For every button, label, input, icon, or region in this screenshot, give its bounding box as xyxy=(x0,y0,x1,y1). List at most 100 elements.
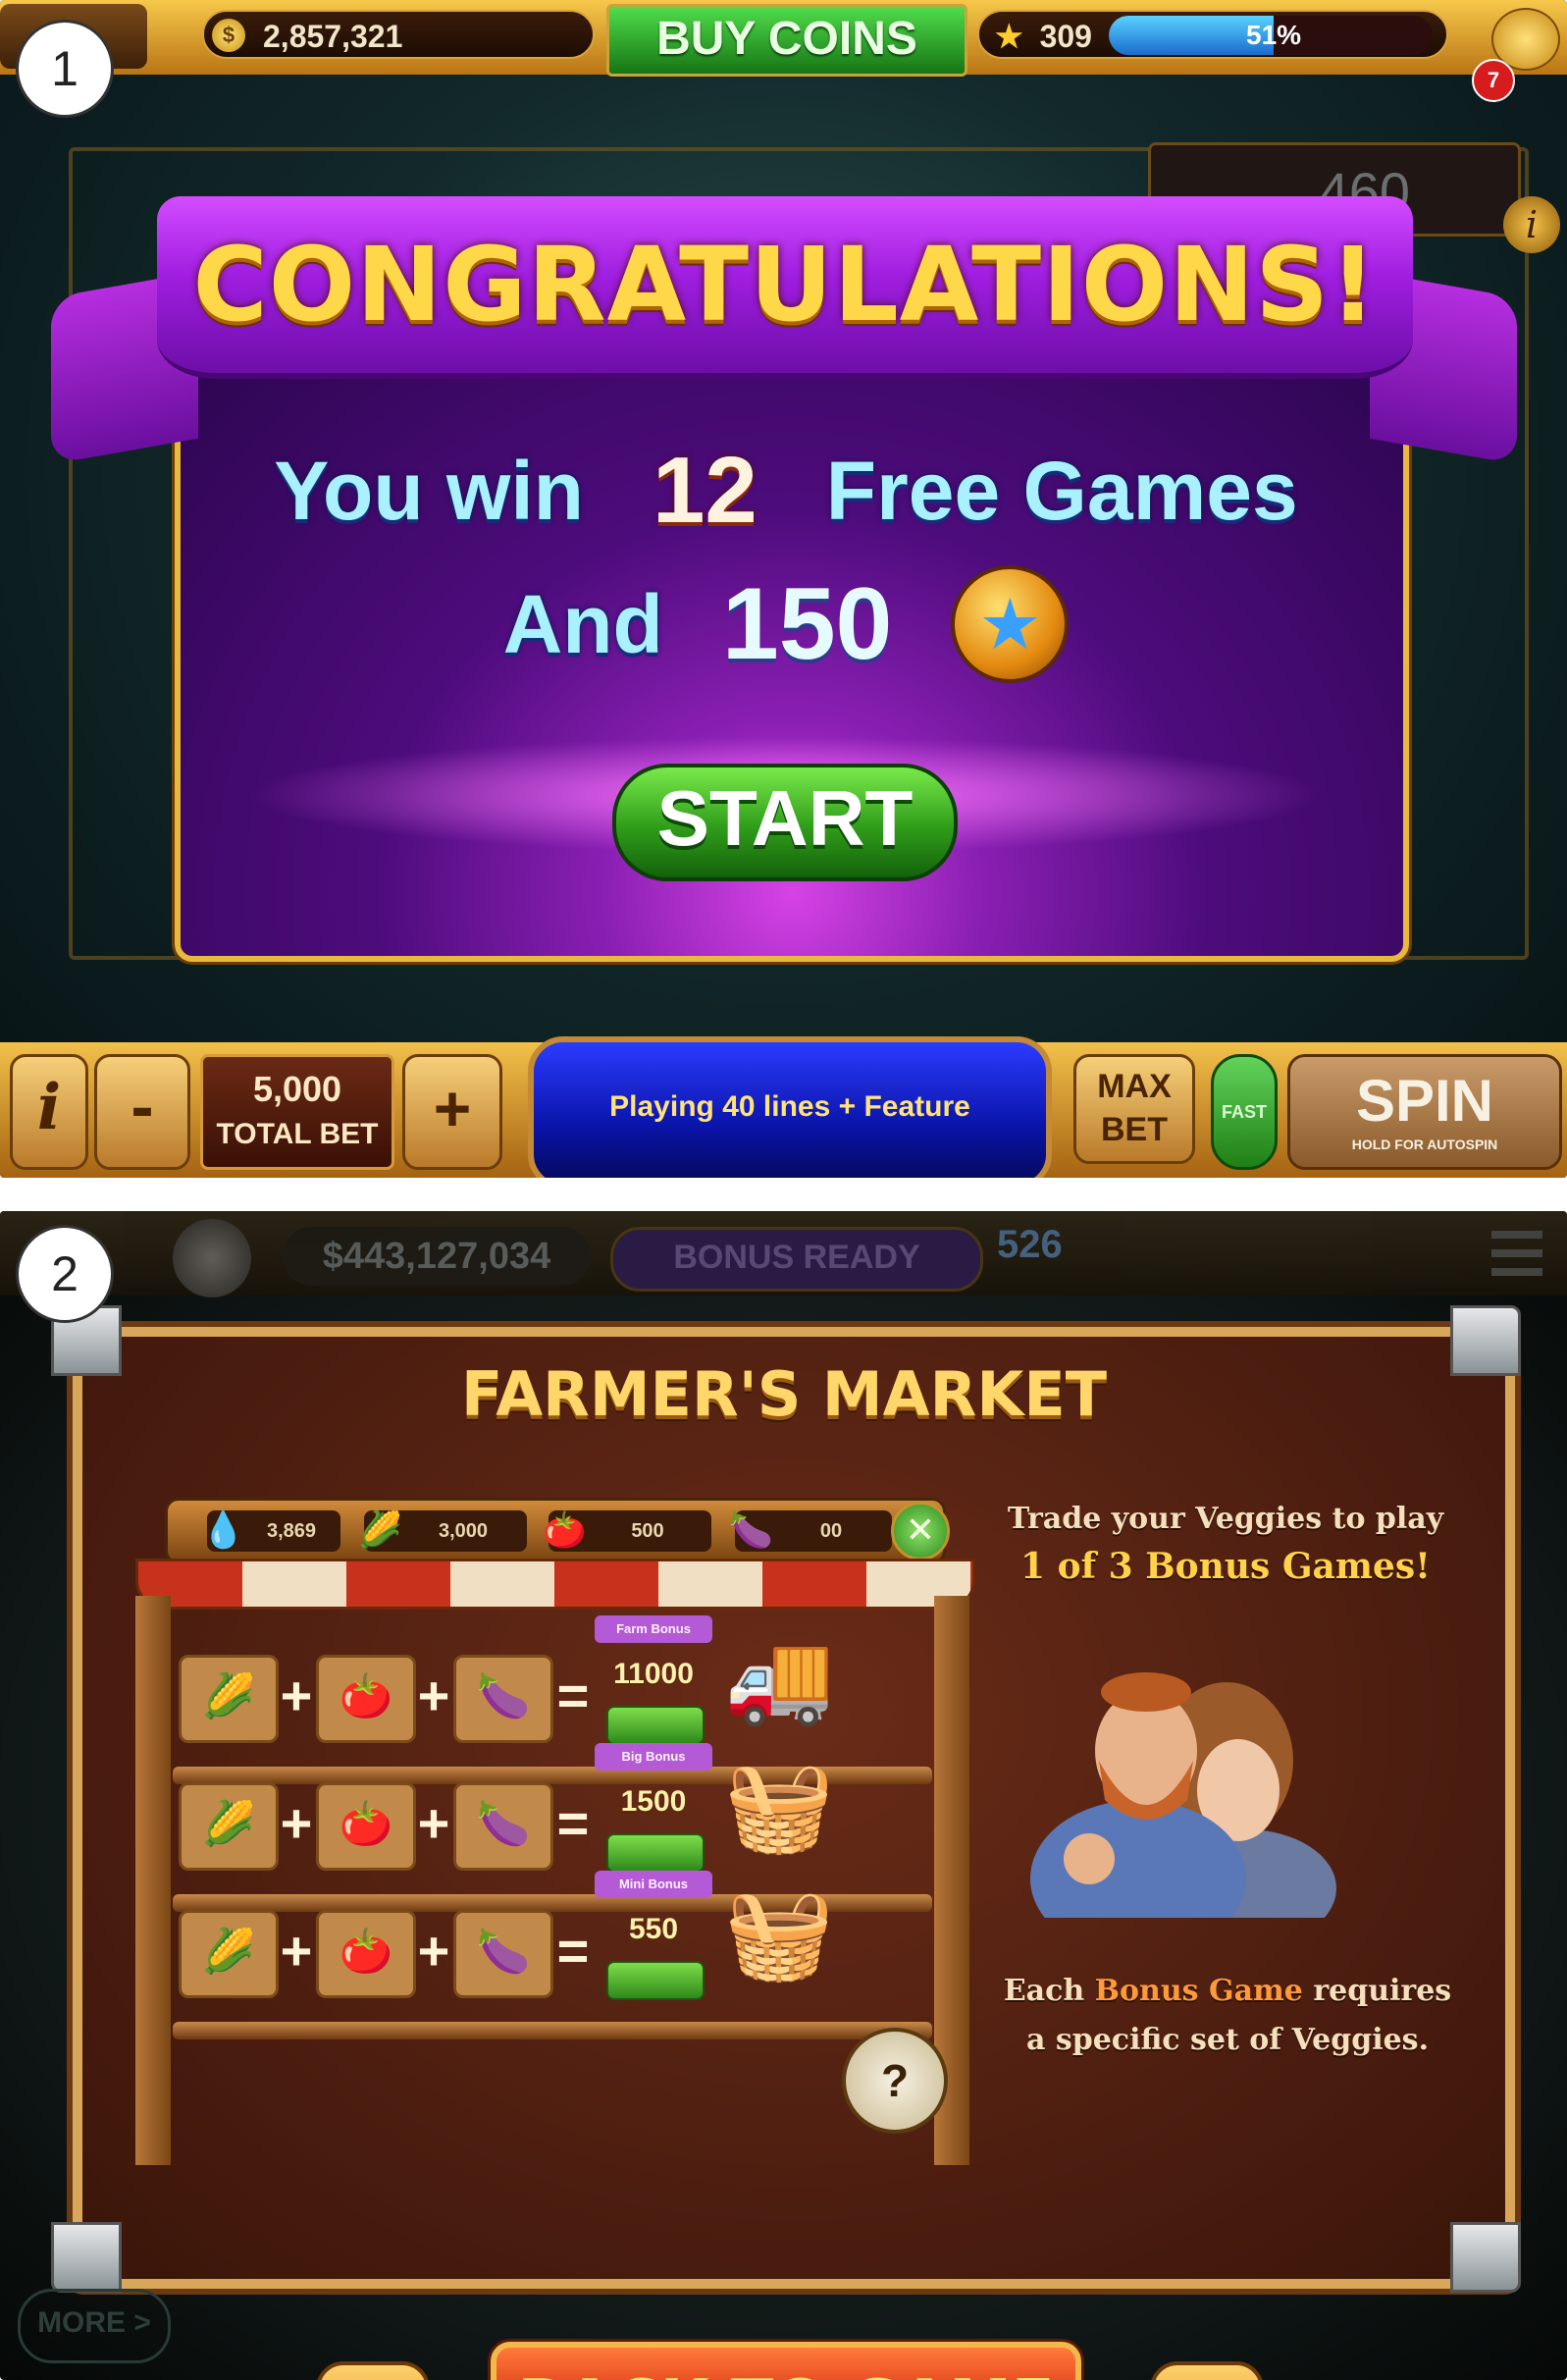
back-to-game-button[interactable]: BACK TO GAME xyxy=(491,2342,1081,2380)
spin-label: SPIN xyxy=(1355,1068,1494,1134)
star-icon: ★ xyxy=(995,19,1023,54)
veggie-crate-icon: 🍆 xyxy=(453,1655,553,1743)
spin-sub-label: HOLD FOR AUTOSPIN xyxy=(1351,1137,1498,1152)
coin-balance: $ 2,857,321 xyxy=(202,10,595,59)
plus-sign: + xyxy=(280,1665,313,1726)
and-label: And xyxy=(502,577,663,670)
veggie-crate-icon: 🍆 xyxy=(453,1782,553,1871)
bonus-name-tag: Farm Bonus xyxy=(595,1615,712,1643)
max-bet-button[interactable]: MAX BET xyxy=(1073,1054,1195,1164)
resource-bar: 💧 3,869 🌽 3,000 🍅 500 🍆 00 xyxy=(165,1498,946,1564)
resource-tomato-value: 500 xyxy=(631,1520,664,1542)
farmers-illustration xyxy=(1030,1672,1336,1918)
plus-sign: + xyxy=(417,1920,450,1982)
settings-gear-icon[interactable] xyxy=(173,1219,251,1297)
fast-spin-toggle[interactable]: FAST xyxy=(1211,1054,1278,1170)
buy-coins-button[interactable]: BUY COINS xyxy=(606,4,967,77)
decrease-bet-button[interactable]: - xyxy=(94,1054,190,1170)
veggie-crate-icon: 🍅 xyxy=(316,1655,416,1743)
frame-corner-bottom-left xyxy=(51,2222,122,2293)
paytable-info-button[interactable]: i xyxy=(10,1054,88,1170)
coin-icon: $ xyxy=(212,19,245,52)
total-bet-value: 5,000 xyxy=(252,1069,342,1109)
footnote-pre: Each xyxy=(1003,1974,1085,2008)
total-bet-label: TOTAL BET xyxy=(216,1118,379,1150)
max-bet-line2: BET xyxy=(1101,1111,1168,1148)
free-games-count: 12 xyxy=(653,438,757,543)
bonus-prize-value: 1500 xyxy=(620,1785,687,1818)
next-page-button[interactable] xyxy=(1150,2361,1264,2380)
plus-sign: + xyxy=(417,1792,450,1854)
bonus-prize[interactable]: Farm Bonus 11000 xyxy=(595,1615,712,1753)
bonus-ready-button[interactable]: BONUS READY xyxy=(610,1227,983,1292)
bonus-name-tag: Big Bonus xyxy=(595,1743,712,1771)
plus-sign: + xyxy=(417,1665,450,1726)
notification-badge[interactable]: 7 xyxy=(1472,59,1515,102)
resource-corn: 🌽 3,000 xyxy=(358,1509,527,1552)
veggie-crate-icon: 🌽 xyxy=(179,1655,279,1743)
thumbs-up-hand xyxy=(1064,1833,1115,1884)
paylines-status-bar: Playing 40 lines + Feature xyxy=(528,1036,1052,1178)
more-button[interactable]: MORE > xyxy=(18,2289,171,2363)
veggie-crate-icon: 🍅 xyxy=(316,1782,416,1871)
basket-icon: 🧺 xyxy=(724,1882,835,1985)
veggie-crate-icon: 🌽 xyxy=(179,1910,279,1998)
menu-icon[interactable] xyxy=(1491,1231,1542,1276)
bonus-prize-value: 11000 xyxy=(613,1658,694,1690)
veggie-crate-icon: 🌽 xyxy=(179,1782,279,1871)
trade-button[interactable] xyxy=(606,1833,705,1873)
resource-tomato: 🍅 500 xyxy=(543,1509,711,1552)
stall-post-left xyxy=(135,1596,171,2165)
congratulations-title: CONGRATULATIONS! xyxy=(192,225,1378,344)
equals-sign: = xyxy=(556,1920,590,1982)
shelf-3 xyxy=(173,2022,932,2039)
resource-eggplant-value: 00 xyxy=(819,1520,843,1542)
footnote-line-2: a specific set of Veggies. xyxy=(1025,2023,1430,2057)
trade-button[interactable] xyxy=(606,1961,705,2000)
free-games-label: Free Games xyxy=(825,444,1298,537)
bonus-prize-value: 550 xyxy=(628,1913,679,1945)
resource-water: 💧 3,869 xyxy=(201,1509,340,1552)
spin-button[interactable]: SPIN HOLD FOR AUTOSPIN xyxy=(1287,1054,1562,1170)
you-win-label: You win xyxy=(274,444,584,537)
prev-page-button[interactable] xyxy=(316,2361,430,2380)
truck-icon: 🚚 xyxy=(724,1627,835,1730)
xp-percent: 51% xyxy=(1246,20,1302,50)
slot-congratulations-screenshot: 460 i $ 2,857,321 BUY COINS ★ 309 51% 7 … xyxy=(0,0,1567,1178)
eggplant-icon: 🍆 xyxy=(729,1509,773,1550)
bonus-name-tag: Mini Bonus xyxy=(595,1871,712,1898)
bonus-prize[interactable]: Big Bonus 1500 xyxy=(595,1743,712,1880)
frame-corner-bottom-right xyxy=(1450,2222,1521,2293)
footnote-highlight: Bonus Game xyxy=(1094,1974,1303,2008)
plus-sign: + xyxy=(280,1920,313,1982)
basket-icon: 🧺 xyxy=(724,1755,835,1858)
bonus-prize[interactable]: Mini Bonus 550 xyxy=(595,1871,712,2008)
farmers-market-screenshot: $443,127,034 BONUS READY 526 FARMER'S MA… xyxy=(0,1211,1567,2380)
close-icon[interactable]: ✕ xyxy=(891,1502,950,1560)
level-display: 526 xyxy=(997,1223,1063,1266)
step-badge-1: 1 xyxy=(16,20,114,118)
star-coin-icon: ★ xyxy=(951,565,1070,683)
footnote-post: requires xyxy=(1313,1974,1452,2008)
veggie-crate-icon: 🍆 xyxy=(453,1910,553,1998)
trade-button[interactable] xyxy=(606,1706,705,1745)
bonus-amount: 150 xyxy=(721,566,893,681)
start-button[interactable]: START xyxy=(612,764,958,881)
mystery-box-icon[interactable]: ? xyxy=(842,2028,948,2134)
win-bonus-line: And 150 ★ xyxy=(175,565,1397,683)
equals-sign: = xyxy=(556,1665,590,1726)
info-icon[interactable]: i xyxy=(1503,196,1560,253)
total-bet-display: 5,000 TOTAL BET xyxy=(200,1054,394,1170)
market-stall: 💧 3,869 🌽 3,000 🍅 500 🍆 00 ✕ 🌽 + 🍅 + 🍆 = Farm xyxy=(135,1498,975,2165)
balance-display: $443,127,034 xyxy=(283,1227,591,1286)
plus-sign: + xyxy=(280,1792,313,1854)
max-bet-line1: MAX xyxy=(1097,1068,1172,1105)
step-badge-2: 2 xyxy=(16,1225,114,1323)
coin-balance-value: 2,857,321 xyxy=(263,19,403,54)
tomato-icon: 🍅 xyxy=(543,1509,587,1550)
increase-bet-button[interactable]: + xyxy=(402,1054,502,1170)
water-drop-icon: 💧 xyxy=(201,1509,245,1550)
market-title: FARMER'S MARKET xyxy=(460,1358,1108,1430)
win-free-games-line: You win 12 Free Games xyxy=(175,432,1397,550)
veggie-crate-icon: 🍅 xyxy=(316,1910,416,1998)
